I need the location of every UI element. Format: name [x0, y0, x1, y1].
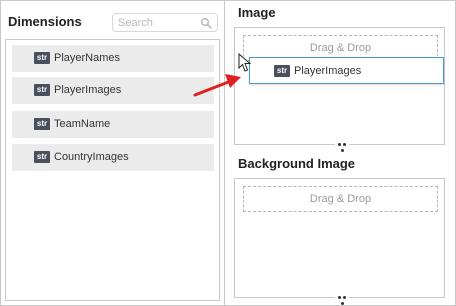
background-image-drop-zone[interactable]: Drag & Drop — [243, 186, 438, 212]
string-type-badge: str — [34, 118, 50, 130]
string-type-badge: str — [34, 52, 50, 64]
string-type-badge: str — [274, 65, 290, 77]
dimension-item-countryimages[interactable]: str CountryImages — [12, 144, 214, 171]
dragged-item-playerimages[interactable]: str PlayerImages — [249, 57, 444, 84]
more-dots-icon[interactable] — [335, 293, 349, 305]
dimension-label: PlayerImages — [54, 84, 122, 96]
dimension-label: PlayerNames — [54, 52, 121, 64]
string-type-badge: str — [34, 84, 50, 96]
image-section-title: Image — [238, 5, 276, 20]
more-dots-icon[interactable] — [335, 140, 349, 152]
background-image-section-title: Background Image — [238, 156, 356, 171]
dimension-item-teamname[interactable]: str TeamName — [12, 111, 214, 138]
background-image-drop-box[interactable]: Drag & Drop — [234, 178, 445, 305]
app-frame: Dimensions str PlayerNames str PlayerIma… — [0, 0, 456, 306]
search-box[interactable] — [112, 13, 218, 32]
image-drop-box[interactable]: Drag & Drop — [234, 27, 445, 152]
dimension-label: TeamName — [54, 118, 111, 130]
dragged-item-label: PlayerImages — [294, 65, 362, 77]
string-type-badge: str — [34, 151, 50, 163]
dimensions-panel: Dimensions str PlayerNames str PlayerIma… — [1, 1, 225, 305]
search-icon[interactable] — [200, 17, 212, 29]
mouse-pointer-icon — [238, 53, 252, 72]
search-input[interactable] — [118, 15, 198, 30]
dimension-label: CountryImages — [54, 151, 129, 163]
dimension-item-playernames[interactable]: str PlayerNames — [12, 45, 214, 72]
dimensions-list: str PlayerNames str PlayerImages str Tea… — [5, 39, 220, 301]
dimensions-title: Dimensions — [8, 14, 82, 29]
dimension-item-playerimages[interactable]: str PlayerImages — [12, 77, 214, 104]
